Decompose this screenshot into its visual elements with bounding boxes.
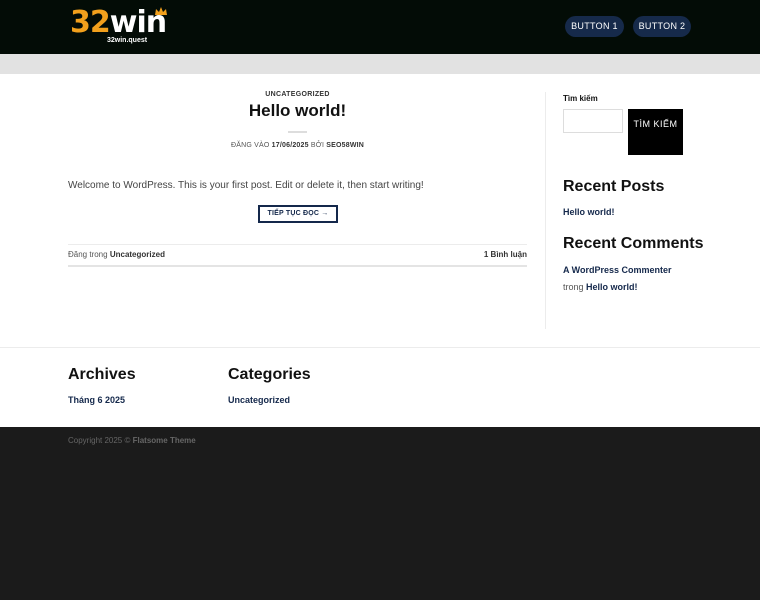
archives-link[interactable]: Tháng 6 2025 bbox=[68, 395, 125, 405]
search-widget-title: Tìm kiếm bbox=[563, 94, 598, 103]
recent-comment-target: trong Hello world! bbox=[563, 282, 638, 292]
crown-icon bbox=[155, 7, 167, 15]
recent-post-link[interactable]: Hello world! bbox=[563, 207, 615, 217]
comments-link[interactable]: 1 Bình luận bbox=[420, 250, 527, 259]
recent-comments-title: Recent Comments bbox=[563, 235, 704, 252]
meta-prefix: ĐĂNG VÀO bbox=[230, 142, 270, 149]
recent-posts-title: Recent Posts bbox=[563, 178, 665, 195]
sidebar-divider bbox=[545, 92, 546, 329]
site-logo[interactable]: 32win 32win.quest bbox=[70, 6, 170, 46]
header-button-1[interactable]: BUTTON 1 bbox=[565, 16, 624, 37]
theme-link[interactable]: Flatsome Theme bbox=[133, 436, 196, 445]
categories-title: Categories bbox=[228, 366, 311, 383]
posted-in-prefix: Đăng trong bbox=[68, 250, 108, 259]
header-button-2[interactable]: BUTTON 2 bbox=[633, 16, 691, 37]
copyright: Copyright 2025 © Flatsome Theme bbox=[68, 436, 196, 445]
read-more-button[interactable]: TIẾP TỤC ĐỌC → bbox=[258, 205, 338, 223]
post-author[interactable]: SEO58WIN bbox=[326, 142, 364, 149]
site-header: 32win 32win.quest BUTTON 1 BUTTON 2 bbox=[0, 0, 760, 54]
post-category[interactable]: UNCATEGORIZED bbox=[68, 91, 527, 98]
post-date[interactable]: 17/06/2025 bbox=[272, 142, 309, 149]
logo-subtitle: 32win.quest bbox=[107, 37, 148, 44]
main-content: UNCATEGORIZED Hello world! ĐĂNG VÀO 17/0… bbox=[0, 74, 760, 348]
copyright-prefix: Copyright 2025 © bbox=[68, 436, 131, 445]
post-meta: ĐĂNG VÀO 17/06/2025 BỞI SEO58WIN bbox=[68, 142, 527, 149]
comments-label: Bình luận bbox=[490, 250, 527, 259]
archives-title: Archives bbox=[68, 366, 136, 383]
search-button[interactable]: TÌM KIẾM bbox=[628, 109, 683, 155]
recent-comment-post[interactable]: Hello world! bbox=[586, 282, 638, 292]
post-footer-divider-bottom bbox=[68, 265, 527, 267]
recent-comment-author[interactable]: A WordPress Commenter bbox=[563, 265, 672, 275]
header-bottom-bar bbox=[0, 54, 760, 74]
post-excerpt: Welcome to WordPress. This is your first… bbox=[68, 180, 424, 191]
footer-widgets: Archives Tháng 6 2025 Categories Uncateg… bbox=[0, 347, 760, 427]
search-input[interactable] bbox=[563, 109, 623, 133]
recent-comment-on: trong bbox=[563, 282, 584, 292]
post-footer-divider-top bbox=[68, 244, 527, 245]
meta-by: BỞI bbox=[310, 142, 325, 149]
posted-in-category[interactable]: Uncategorized bbox=[110, 250, 165, 259]
logo-text: 32win bbox=[70, 5, 167, 40]
comments-count: 1 bbox=[483, 250, 489, 259]
title-divider bbox=[288, 131, 307, 133]
categories-link[interactable]: Uncategorized bbox=[228, 395, 290, 405]
logo-number: 32 bbox=[70, 5, 111, 40]
posted-in: Đăng trong Uncategorized bbox=[68, 250, 165, 259]
post-title[interactable]: Hello world! bbox=[68, 101, 527, 121]
